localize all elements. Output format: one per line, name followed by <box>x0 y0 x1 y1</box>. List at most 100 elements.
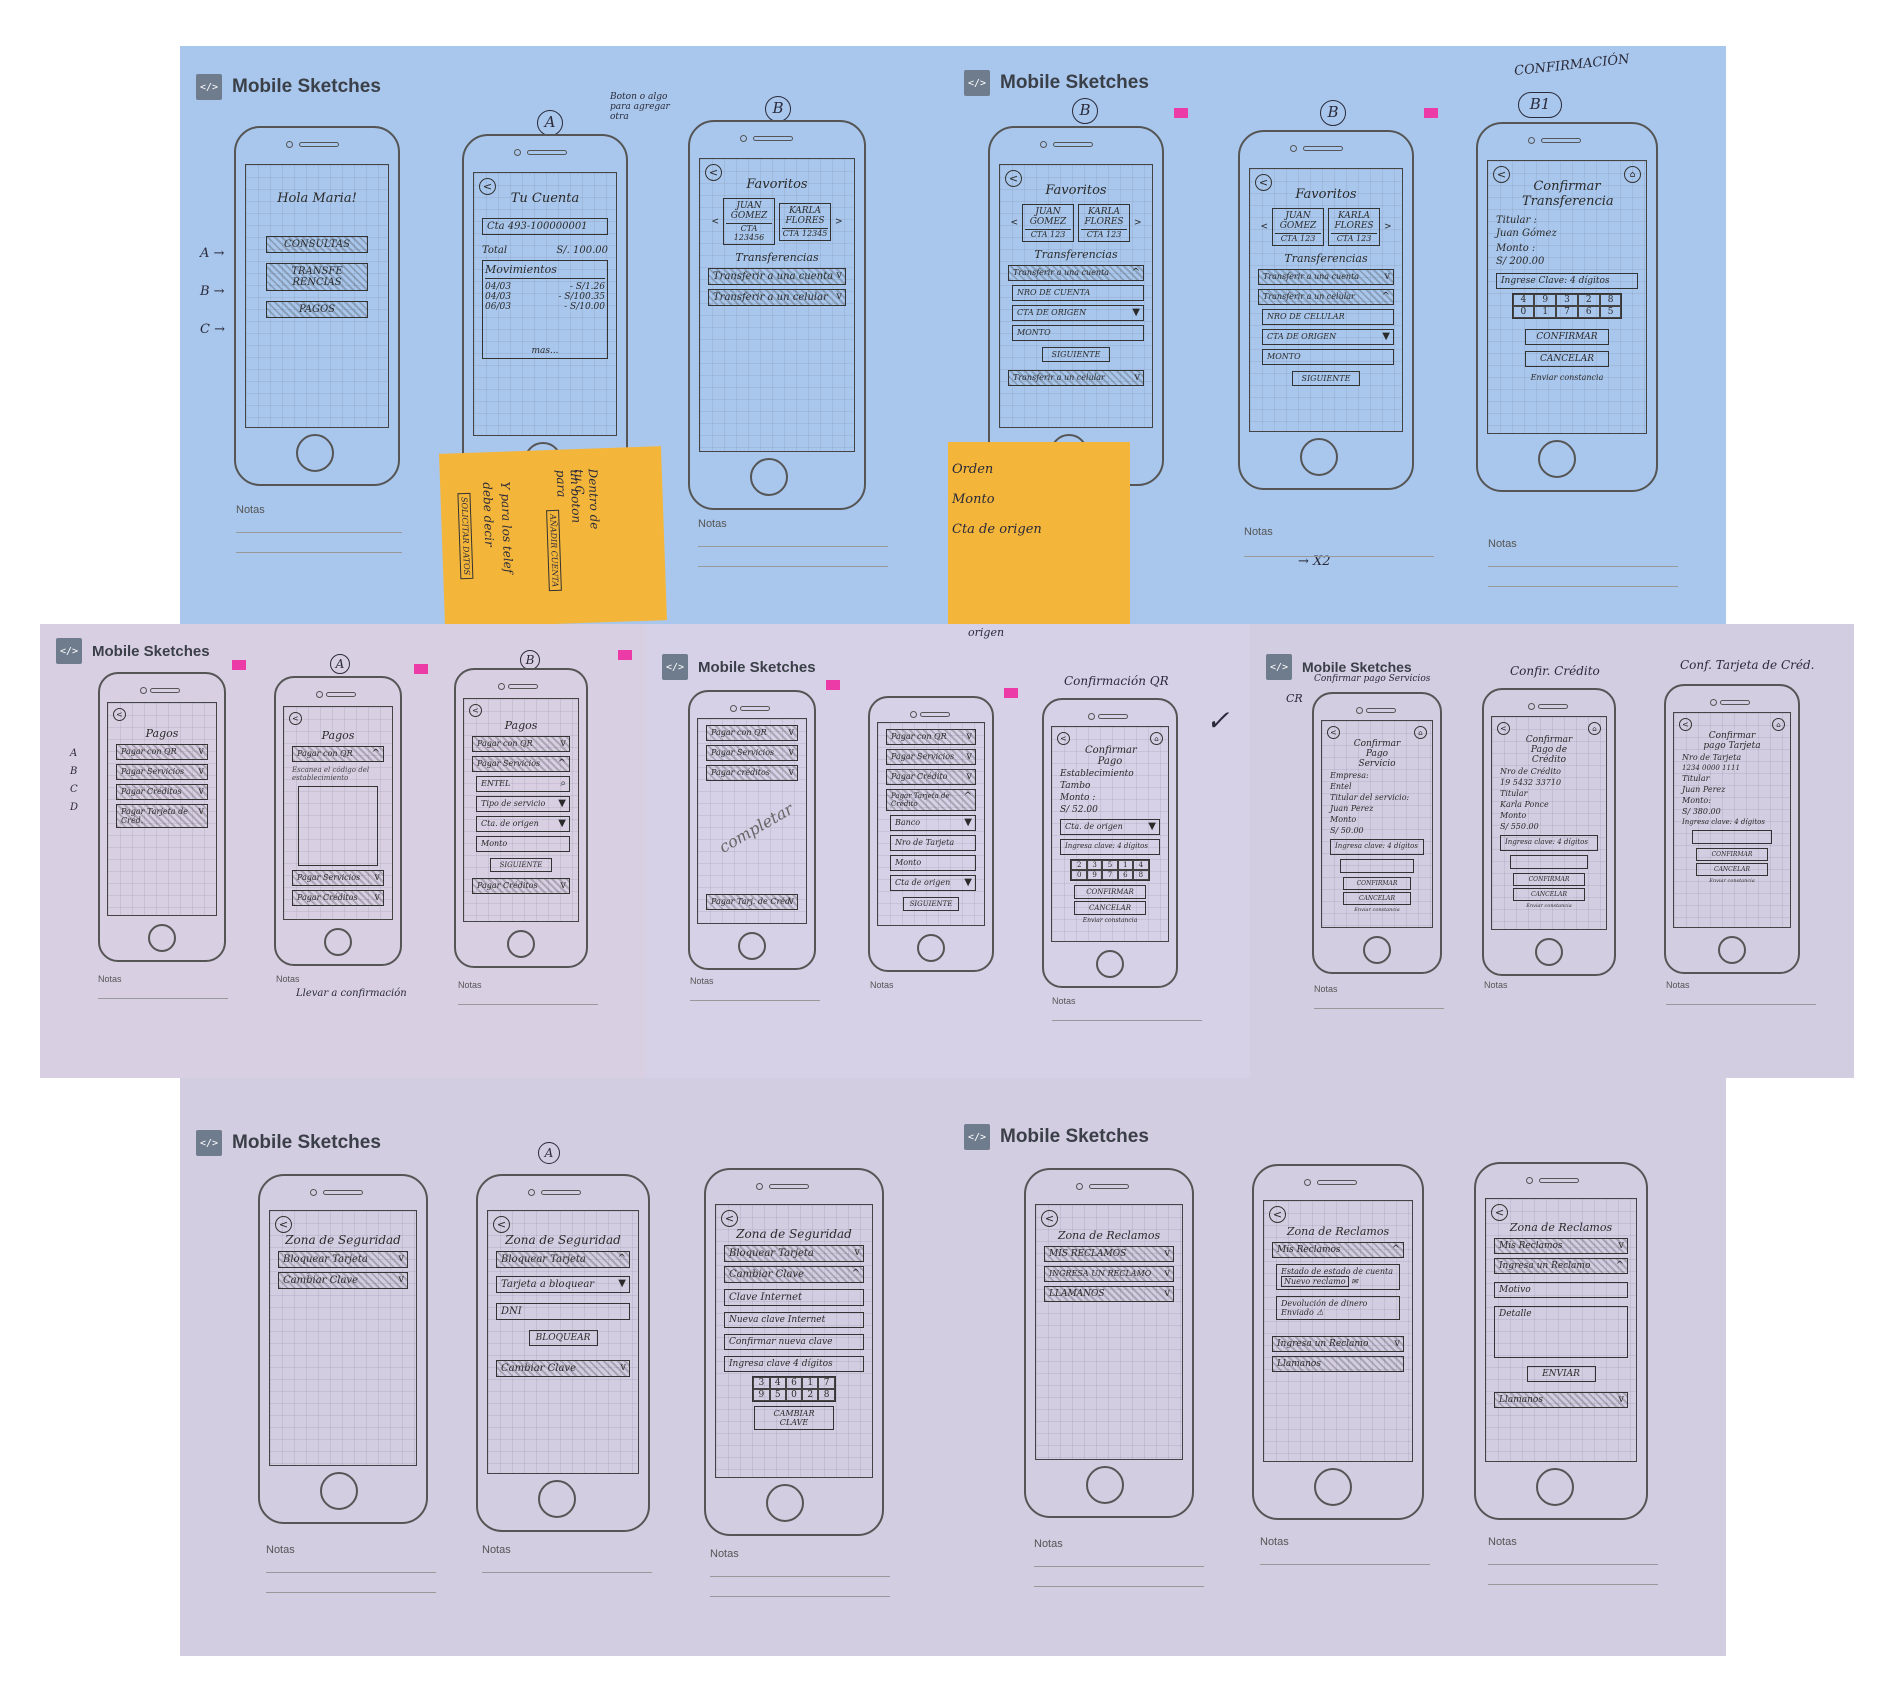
pagos-button[interactable]: PAGOS <box>266 301 368 318</box>
siguiente-button[interactable]: SIGUIENTE <box>490 858 552 872</box>
enviar-constancia-link[interactable]: Enviar constancia <box>1328 907 1426 913</box>
back-icon[interactable]: < <box>1057 732 1070 745</box>
keypad-key[interactable]: 5 <box>1599 306 1622 318</box>
favorite-card[interactable]: JUAN GOMEZ CTA 123 <box>1272 208 1324 246</box>
back-icon[interactable]: < <box>493 1216 510 1233</box>
keypad-key[interactable]: 5 <box>1102 860 1118 870</box>
keypad-key[interactable]: 6 <box>1117 870 1134 880</box>
menu-item-tarjeta[interactable]: Pagar Tarjeta de Créd. v <box>116 804 208 828</box>
home-button[interactable] <box>1314 1468 1352 1506</box>
card-select[interactable]: Tarjeta a bloquear ▼ <box>496 1276 630 1293</box>
confirmar-button[interactable]: CONFIRMAR <box>1695 848 1769 861</box>
keypad-key[interactable]: 0 <box>1512 306 1535 318</box>
home-button[interactable] <box>766 1484 804 1522</box>
menu-item-qr[interactable]: Pagar con QR v <box>706 725 798 741</box>
back-icon[interactable]: < <box>113 708 126 721</box>
transfer-phone-item[interactable]: Transferir a un celular v <box>1008 370 1144 386</box>
transfer-phone-item[interactable]: Transferir a un celular v <box>708 289 846 306</box>
siguiente-button[interactable]: SIGUIENTE <box>1292 371 1360 386</box>
keypad-key[interactable]: 5 <box>769 1389 786 1401</box>
phone-number-field[interactable]: NRO DE CELULAR <box>1262 309 1394 325</box>
back-icon[interactable]: < <box>275 1216 292 1233</box>
back-icon[interactable]: < <box>469 704 482 717</box>
home-button[interactable] <box>750 458 788 496</box>
bank-select[interactable]: Banco ▼ <box>890 815 976 831</box>
amount-field[interactable]: MONTO <box>1262 349 1394 365</box>
keypad-key[interactable]: 1 <box>1534 306 1557 318</box>
amount-field[interactable]: Monto <box>476 836 570 852</box>
origin-account-select[interactable]: Cta. de origen ▼ <box>1060 819 1160 835</box>
keypad-key[interactable]: 6 <box>1577 306 1600 318</box>
favorite-card[interactable]: JUAN GOMEZ CTA 123456 <box>723 198 775 245</box>
keypad-key[interactable]: 7 <box>1556 306 1578 318</box>
cancelar-button[interactable]: CANCELAR <box>1342 892 1412 905</box>
menu-item-creditos[interactable]: Pagar Créditos v <box>116 784 208 800</box>
keypad-key[interactable]: 7 <box>818 1377 835 1389</box>
chevron-left-icon[interactable]: < <box>711 217 719 227</box>
cancelar-button[interactable]: CANCELAR <box>1695 863 1769 876</box>
menu-item-qr[interactable]: Pagar con QR v <box>886 729 976 745</box>
clave-field[interactable]: Ingresa clave: 4 dígitos <box>1500 835 1598 851</box>
back-icon[interactable]: < <box>721 1210 738 1227</box>
company-search[interactable]: ENTEL ⌕ <box>476 776 570 792</box>
transfer-account-item[interactable]: Transferir a una cuenta ^ <box>1008 265 1144 281</box>
confirmar-button[interactable]: CONFIRMAR <box>1513 873 1585 886</box>
confirmar-button[interactable]: CONFIRMAR <box>1342 877 1412 890</box>
back-icon[interactable]: < <box>1327 726 1340 739</box>
home-button[interactable] <box>538 1480 576 1518</box>
clave-field[interactable]: Ingrese Clave: 4 dígitos <box>1496 273 1638 289</box>
card-number-field[interactable]: Nro de Tarjeta <box>890 835 976 851</box>
keypad-key[interactable]: 2 <box>1071 860 1087 870</box>
lock-icon[interactable]: ⌂ <box>1414 726 1427 739</box>
home-button[interactable] <box>1363 936 1391 964</box>
keypad-key[interactable]: 9 <box>1086 870 1103 880</box>
cancelar-button[interactable]: CANCELAR <box>1073 901 1147 915</box>
confirmar-button[interactable]: CONFIRMAR <box>1524 329 1610 345</box>
keypad-key[interactable]: 4 <box>769 1377 786 1389</box>
keypad-key[interactable]: 4 <box>1512 294 1535 306</box>
bloquear-tarjeta-item[interactable]: Bloquear Tarjeta v <box>278 1251 408 1268</box>
favorite-card[interactable]: KARLA FLORES CTA 123 <box>1078 204 1130 242</box>
home-button[interactable] <box>1536 1468 1574 1506</box>
keypad-key[interactable]: 1 <box>802 1377 819 1389</box>
home-button[interactable] <box>1535 938 1563 966</box>
ingresa-reclamo-item[interactable]: INGRESA UN RECLAMO v <box>1044 1266 1174 1282</box>
clave-field[interactable]: Ingresa clave: 4 dígitos <box>1060 839 1160 855</box>
enviar-button[interactable]: ENVIAR <box>1526 1366 1596 1382</box>
back-icon[interactable]: < <box>479 178 496 195</box>
enviar-constancia-link[interactable]: Enviar constancia <box>1494 373 1640 382</box>
origin-account-select[interactable]: CTA DE ORIGEN ▼ <box>1262 329 1394 345</box>
origin-account-select[interactable]: Cta. de origen ▼ <box>476 816 570 832</box>
back-icon[interactable]: < <box>1255 174 1272 191</box>
origin-account-select[interactable]: CTA DE ORIGEN ▼ <box>1012 305 1144 321</box>
favorite-card[interactable]: JUAN GOMEZ CTA 123 <box>1022 204 1074 242</box>
confirmar-button[interactable]: CONFIRMAR <box>1073 885 1147 899</box>
cambiar-clave-button[interactable]: CAMBIAR CLAVE <box>753 1406 835 1430</box>
consultas-button[interactable]: CONSULTAS <box>266 236 368 253</box>
home-button[interactable] <box>324 928 352 956</box>
account-number-field[interactable]: NRO DE CUENTA <box>1012 285 1144 301</box>
enviar-constancia-link[interactable]: Enviar constancia <box>1498 903 1600 909</box>
confirmar-clave-field[interactable]: Confirmar nueva clave <box>724 1334 864 1350</box>
cancelar-button[interactable]: CANCELAR <box>1513 888 1585 901</box>
enviar-constancia-link[interactable]: Enviar constancia <box>1058 917 1162 924</box>
back-icon[interactable]: < <box>705 164 722 181</box>
cancelar-button[interactable]: CANCELAR <box>1524 351 1610 367</box>
keypad-key[interactable]: 8 <box>818 1389 835 1401</box>
dni-field[interactable]: DNI <box>496 1303 630 1320</box>
favorite-card[interactable]: KARLA FLORES CTA 12345 <box>779 202 831 241</box>
back-icon[interactable]: < <box>1005 170 1022 187</box>
home-button[interactable] <box>738 932 766 960</box>
amount-field[interactable]: Monto <box>890 855 976 871</box>
menu-item-creditos[interactable]: Pagar Créditos v <box>292 890 384 906</box>
home-button[interactable] <box>1300 438 1338 476</box>
menu-item-tarjeta[interactable]: Pagar Tarjeta de Crédito ^ <box>886 789 976 811</box>
home-button[interactable] <box>917 934 945 962</box>
keypad-key[interactable]: 1 <box>1117 860 1134 870</box>
qr-scanner-frame[interactable] <box>298 786 378 866</box>
lock-icon[interactable]: ⌂ <box>1588 722 1601 735</box>
home-button[interactable] <box>1718 936 1746 964</box>
keypad-key[interactable]: 8 <box>1133 870 1149 880</box>
menu-item-credito[interactable]: Pagar Crédito v <box>886 769 976 785</box>
llamanos-item[interactable]: Llamanos v <box>1494 1392 1628 1408</box>
